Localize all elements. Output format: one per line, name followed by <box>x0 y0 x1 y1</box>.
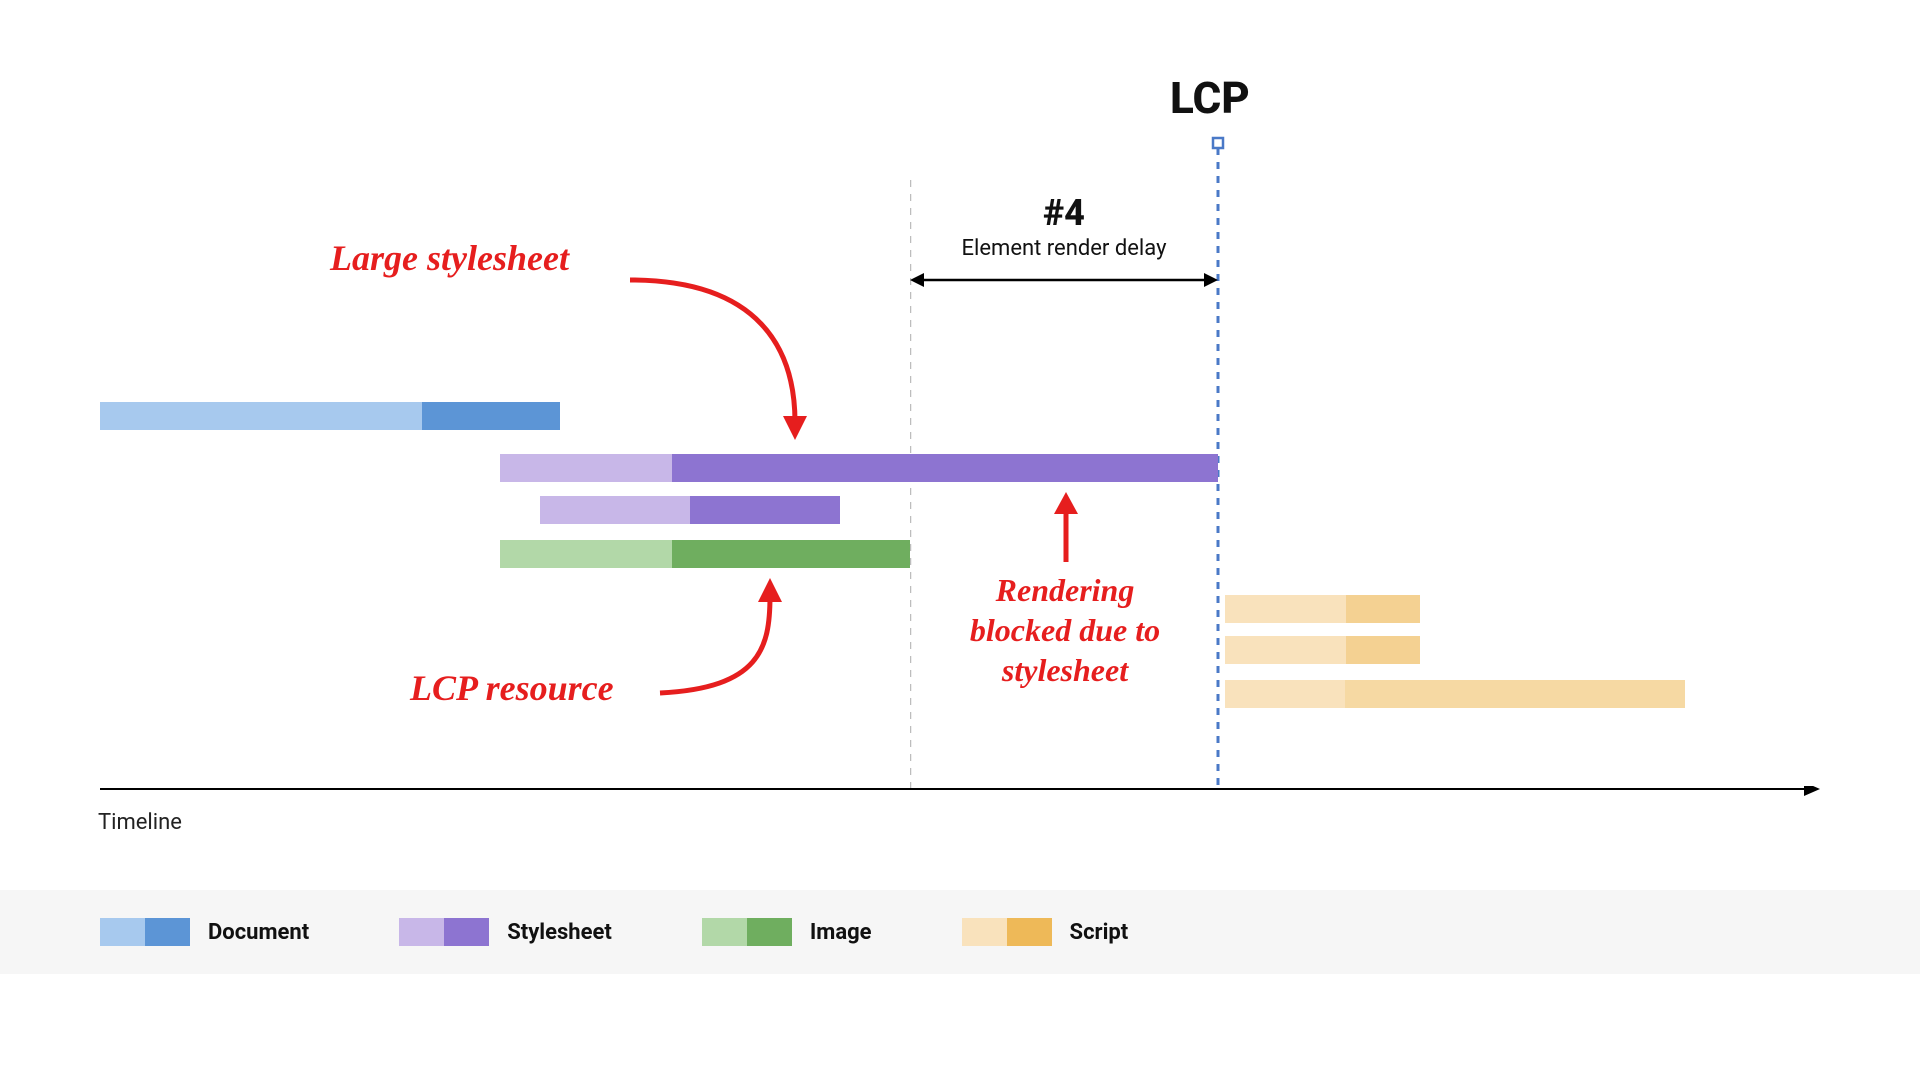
lcp-label: LCP <box>1170 72 1250 124</box>
arrow-large-stylesheet <box>620 270 820 450</box>
swatch-image <box>702 918 792 946</box>
arrow-lcp-resource <box>650 578 810 708</box>
section-label: Element render delay <box>910 236 1218 261</box>
legend-label-script: Script <box>1070 920 1129 945</box>
diagram-canvas: LCP #4 Element render delay <box>0 0 1920 1080</box>
annotation-lcp-resource: LCP resource <box>410 666 614 711</box>
swatch-script <box>962 918 1052 946</box>
lcp-marker <box>1218 138 1220 788</box>
legend-item-script: Script <box>962 918 1129 946</box>
legend: Document Stylesheet Image Script <box>0 890 1920 974</box>
legend-item-document: Document <box>100 918 309 946</box>
bar-script-1 <box>1225 595 1420 623</box>
bar-stylesheet-2 <box>540 496 840 524</box>
legend-label-image: Image <box>810 920 872 945</box>
arrow-rendering-blocked <box>1056 492 1076 562</box>
bar-lcp-image <box>500 540 910 568</box>
legend-label-stylesheet: Stylesheet <box>507 920 612 945</box>
swatch-stylesheet <box>399 918 489 946</box>
swatch-document <box>100 918 190 946</box>
bar-script-3 <box>1225 680 1685 708</box>
section-4-heading: #4 Element render delay <box>910 192 1218 261</box>
legend-item-image: Image <box>702 918 872 946</box>
annotation-large-stylesheet: Large stylesheet <box>330 236 569 281</box>
bar-large-stylesheet <box>500 454 1218 482</box>
legend-label-document: Document <box>208 920 309 945</box>
section-span-arrow <box>910 268 1218 292</box>
section-num: #4 <box>910 192 1218 234</box>
bar-document <box>100 402 560 430</box>
bar-script-2 <box>1225 636 1420 664</box>
legend-item-stylesheet: Stylesheet <box>399 918 612 946</box>
timeline-label: Timeline <box>98 810 182 835</box>
annotation-rendering-blocked: Rendering blocked due to stylesheet <box>950 570 1180 690</box>
timeline-axis <box>100 786 1820 806</box>
